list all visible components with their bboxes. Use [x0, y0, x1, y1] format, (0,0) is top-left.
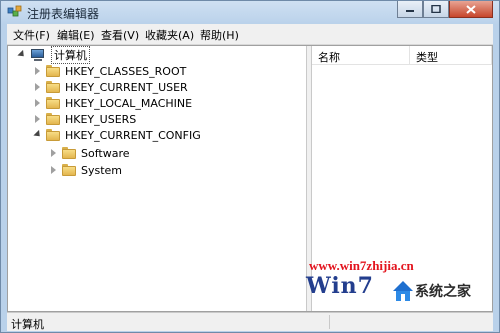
close-icon: [466, 4, 476, 14]
expand-arrow-icon[interactable]: [34, 131, 42, 139]
menu-edit[interactable]: 编辑(E): [57, 27, 95, 43]
registry-editor-window: 注册表编辑器 文件(F) 编辑(E) 查看(V) 收藏夹(A) 帮助(H) 计算…: [0, 0, 500, 333]
tree-item-hkey-local-machine[interactable]: HKEY_LOCAL_MACHINE: [34, 95, 192, 111]
folder-icon: [62, 147, 76, 159]
column-header-name[interactable]: 名称: [312, 46, 410, 65]
tree-item-hkey-classes-root[interactable]: HKEY_CLASSES_ROOT: [34, 63, 186, 79]
watermark-win7-word: Win7: [306, 273, 374, 299]
editor-client-area: 计算机 HKEY_CLASSES_ROOT HKEY_CURRENT_USER …: [7, 45, 493, 312]
minimize-icon: [406, 10, 414, 12]
computer-icon: [30, 48, 46, 62]
collapsed-arrow-icon[interactable]: [50, 166, 58, 174]
tree-item-hkey-current-user[interactable]: HKEY_CURRENT_USER: [34, 79, 188, 95]
tree-root-label: 计算机: [51, 46, 90, 64]
menu-favorites[interactable]: 收藏夹(A): [145, 27, 194, 43]
folder-icon: [46, 97, 60, 109]
collapsed-arrow-icon[interactable]: [50, 149, 58, 157]
regedit-app-icon: [7, 5, 23, 19]
tree-item-label: HKEY_CURRENT_CONFIG: [65, 128, 201, 142]
tree-item-label: HKEY_CURRENT_USER: [65, 80, 188, 94]
title-bar[interactable]: 注册表编辑器: [1, 1, 499, 23]
tree-root-computer[interactable]: 计算机: [18, 46, 90, 64]
window-title: 注册表编辑器: [27, 7, 100, 21]
expand-arrow-icon[interactable]: [18, 51, 26, 59]
watermark-logo-text: 系统之家: [415, 284, 471, 300]
house-logo-icon: [393, 281, 413, 301]
watermark-url: www.win7zhijia.cn: [309, 258, 414, 273]
tree-item-label: HKEY_CLASSES_ROOT: [65, 64, 187, 78]
menu-bar: 文件(F) 编辑(E) 查看(V) 收藏夹(A) 帮助(H): [7, 24, 493, 45]
menu-view[interactable]: 查看(V): [101, 27, 139, 43]
column-header-type[interactable]: 类型: [410, 46, 492, 65]
tree-item-label: Software: [81, 146, 130, 160]
status-divider: [329, 315, 330, 329]
collapsed-arrow-icon[interactable]: [34, 67, 42, 75]
minimize-button[interactable]: [397, 1, 423, 18]
collapsed-arrow-icon[interactable]: [34, 83, 42, 91]
menu-file[interactable]: 文件(F): [13, 27, 50, 43]
folder-icon: [62, 164, 76, 176]
collapsed-arrow-icon[interactable]: [34, 115, 42, 123]
tree-item-hkey-users[interactable]: HKEY_USERS: [34, 111, 136, 127]
tree-item-label: HKEY_LOCAL_MACHINE: [65, 96, 193, 110]
folder-icon: [46, 129, 60, 141]
menu-help[interactable]: 帮助(H): [200, 27, 239, 43]
tree-item-label: HKEY_USERS: [65, 112, 137, 126]
maximize-icon: [431, 5, 441, 13]
folder-icon: [46, 81, 60, 93]
tree-item-software[interactable]: Software: [50, 145, 130, 161]
status-path: 计算机: [11, 318, 44, 331]
status-bar: 计算机: [7, 312, 493, 331]
folder-icon: [46, 65, 60, 77]
maximize-button[interactable]: [423, 1, 449, 18]
tree-item-hkey-current-config[interactable]: HKEY_CURRENT_CONFIG: [34, 127, 201, 143]
registry-tree-pane[interactable]: 计算机 HKEY_CLASSES_ROOT HKEY_CURRENT_USER …: [8, 46, 306, 311]
close-button[interactable]: [449, 1, 493, 18]
folder-icon: [46, 113, 60, 125]
collapsed-arrow-icon[interactable]: [34, 99, 42, 107]
tree-item-system[interactable]: System: [50, 162, 122, 178]
tree-item-label: System: [81, 163, 123, 177]
